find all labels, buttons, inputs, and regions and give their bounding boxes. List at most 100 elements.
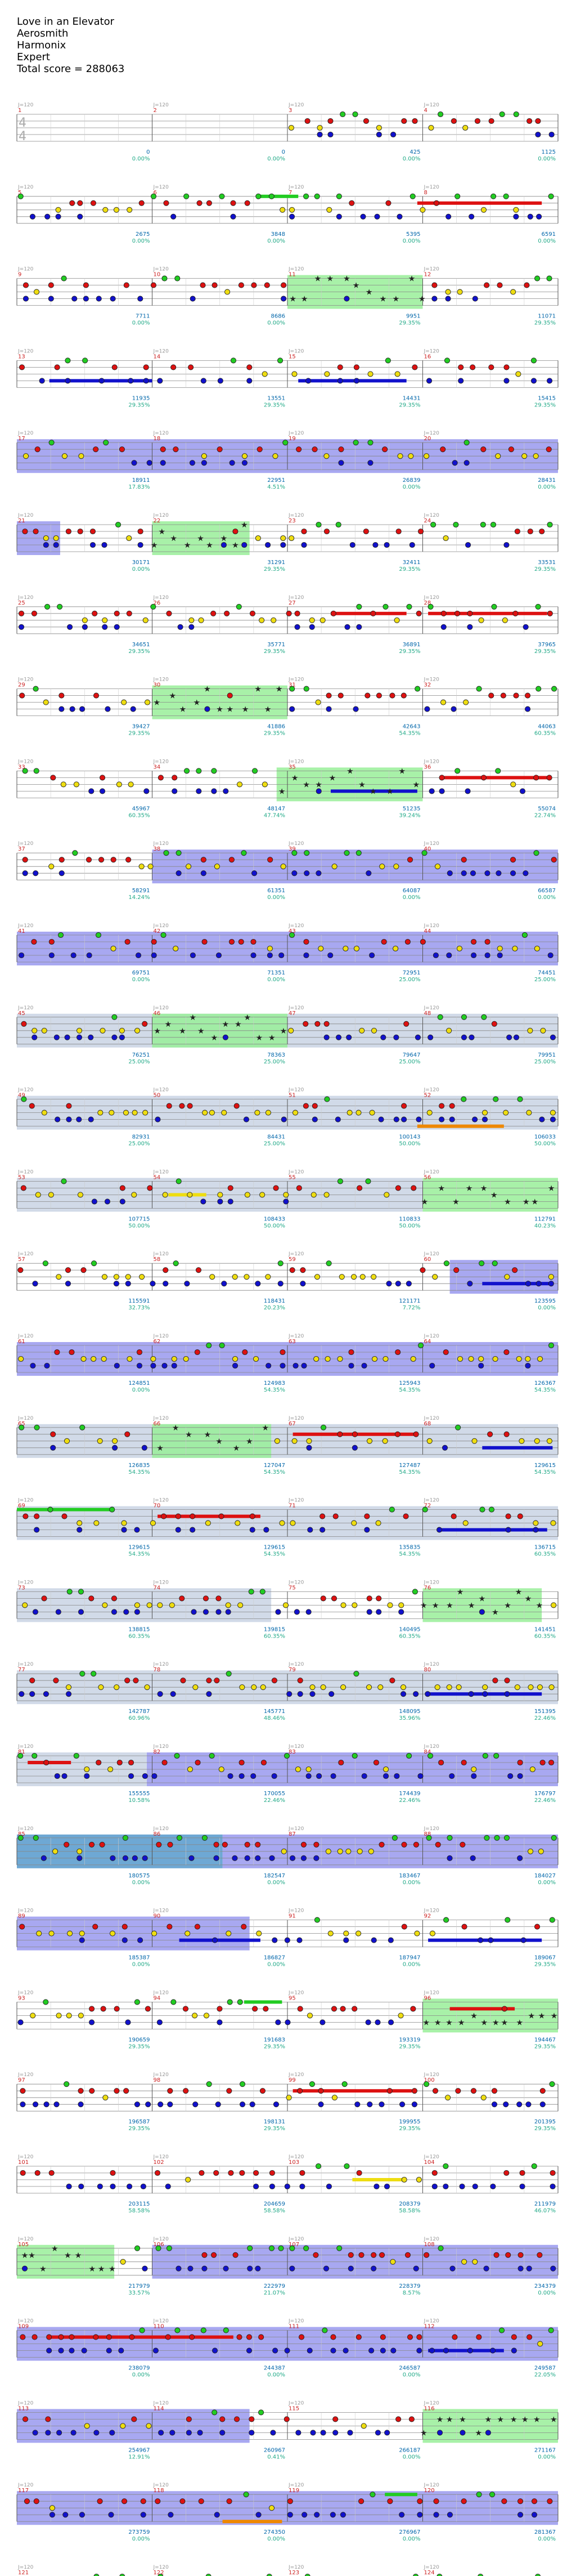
sp-percent: 35.96% (399, 1715, 420, 1721)
note (327, 952, 334, 959)
note (548, 1759, 555, 1766)
note (346, 1034, 352, 1040)
note (290, 1520, 296, 1526)
note (381, 938, 387, 945)
note (517, 1096, 523, 1102)
note (43, 2101, 50, 2108)
chord-note (316, 788, 322, 794)
note (373, 1759, 379, 1766)
note (185, 2176, 191, 2183)
note (497, 945, 503, 952)
chord-note (398, 1609, 404, 1615)
chord-note (106, 2334, 112, 2340)
note (158, 775, 164, 781)
note (370, 2492, 376, 2498)
note (468, 1691, 474, 1697)
note (222, 1841, 228, 1848)
note (538, 1848, 544, 1854)
sp-percent: 54.35% (399, 1387, 420, 1393)
note (79, 706, 86, 712)
star-note: ★ (515, 1587, 523, 1596)
cumulative-score: 190659 (128, 2037, 150, 2043)
note (513, 1034, 520, 1040)
note (110, 857, 116, 863)
note (129, 2334, 135, 2340)
note (286, 610, 292, 616)
sp-percent: 40.23% (534, 1223, 556, 1229)
cumulative-score: 8686 (271, 314, 285, 320)
star-note: ★ (393, 295, 400, 304)
measure-number: 45 (18, 1010, 25, 1017)
note (281, 1116, 287, 1122)
sustain-bar (352, 2178, 407, 2181)
sp-percent: 0.00% (538, 2454, 556, 2460)
note (48, 864, 55, 870)
note (43, 1759, 50, 1766)
chord-note (300, 1855, 307, 1861)
note (151, 1930, 158, 1937)
note (337, 1848, 343, 1854)
note (202, 1110, 208, 1116)
note (344, 624, 350, 630)
note (174, 1752, 180, 1759)
star-note: ★ (235, 1020, 242, 1029)
chord-note (491, 2088, 498, 2094)
note (266, 1362, 272, 1369)
measure-number: 104 (424, 2159, 435, 2166)
note (379, 2101, 385, 2108)
note (237, 1999, 243, 2005)
note (36, 1930, 42, 1937)
note (97, 2498, 103, 2505)
note (289, 1267, 295, 1273)
note (125, 857, 132, 863)
note (303, 952, 309, 959)
cumulative-score: 5395 (406, 231, 420, 238)
note (395, 528, 402, 535)
chord-note (55, 213, 61, 220)
note (348, 2252, 354, 2258)
note (548, 2327, 554, 2333)
note (512, 610, 519, 616)
note (214, 1678, 220, 1684)
note (138, 200, 145, 206)
note (476, 2492, 482, 2498)
note (232, 1356, 238, 1362)
note (99, 1841, 105, 1848)
note (529, 1766, 536, 1773)
note (273, 1185, 279, 1191)
note (341, 2081, 348, 2087)
note (200, 1198, 206, 1205)
measure-number: 55 (289, 1174, 296, 1180)
note (155, 1116, 161, 1122)
note (461, 2498, 467, 2505)
note (535, 118, 541, 124)
note (217, 446, 223, 453)
note (547, 2498, 553, 2505)
cumulative-score: 238079 (128, 2365, 150, 2372)
star-note: ★ (358, 780, 366, 789)
note (95, 932, 102, 938)
chord-note (305, 1773, 312, 1779)
sp-percent: 54.35% (399, 731, 420, 737)
note (206, 1691, 212, 1697)
note (221, 1110, 227, 1116)
measure-number: 32 (424, 682, 431, 688)
cumulative-score: 18911 (132, 477, 150, 484)
measure-number: 54 (154, 1174, 161, 1180)
note (55, 1609, 61, 1615)
note (395, 1185, 401, 1191)
measure-number: 67 (289, 1421, 296, 1427)
chord-note (289, 706, 295, 712)
note (249, 2430, 255, 2436)
note (443, 535, 449, 542)
measure-number: 38 (154, 846, 161, 852)
note (101, 542, 107, 548)
note (88, 1034, 94, 1040)
note (323, 528, 330, 535)
note (528, 1848, 534, 1854)
note (111, 1014, 118, 1020)
note (340, 2006, 346, 2012)
note (394, 1773, 400, 1779)
note (64, 1438, 70, 1444)
star-note: ★ (353, 281, 360, 290)
